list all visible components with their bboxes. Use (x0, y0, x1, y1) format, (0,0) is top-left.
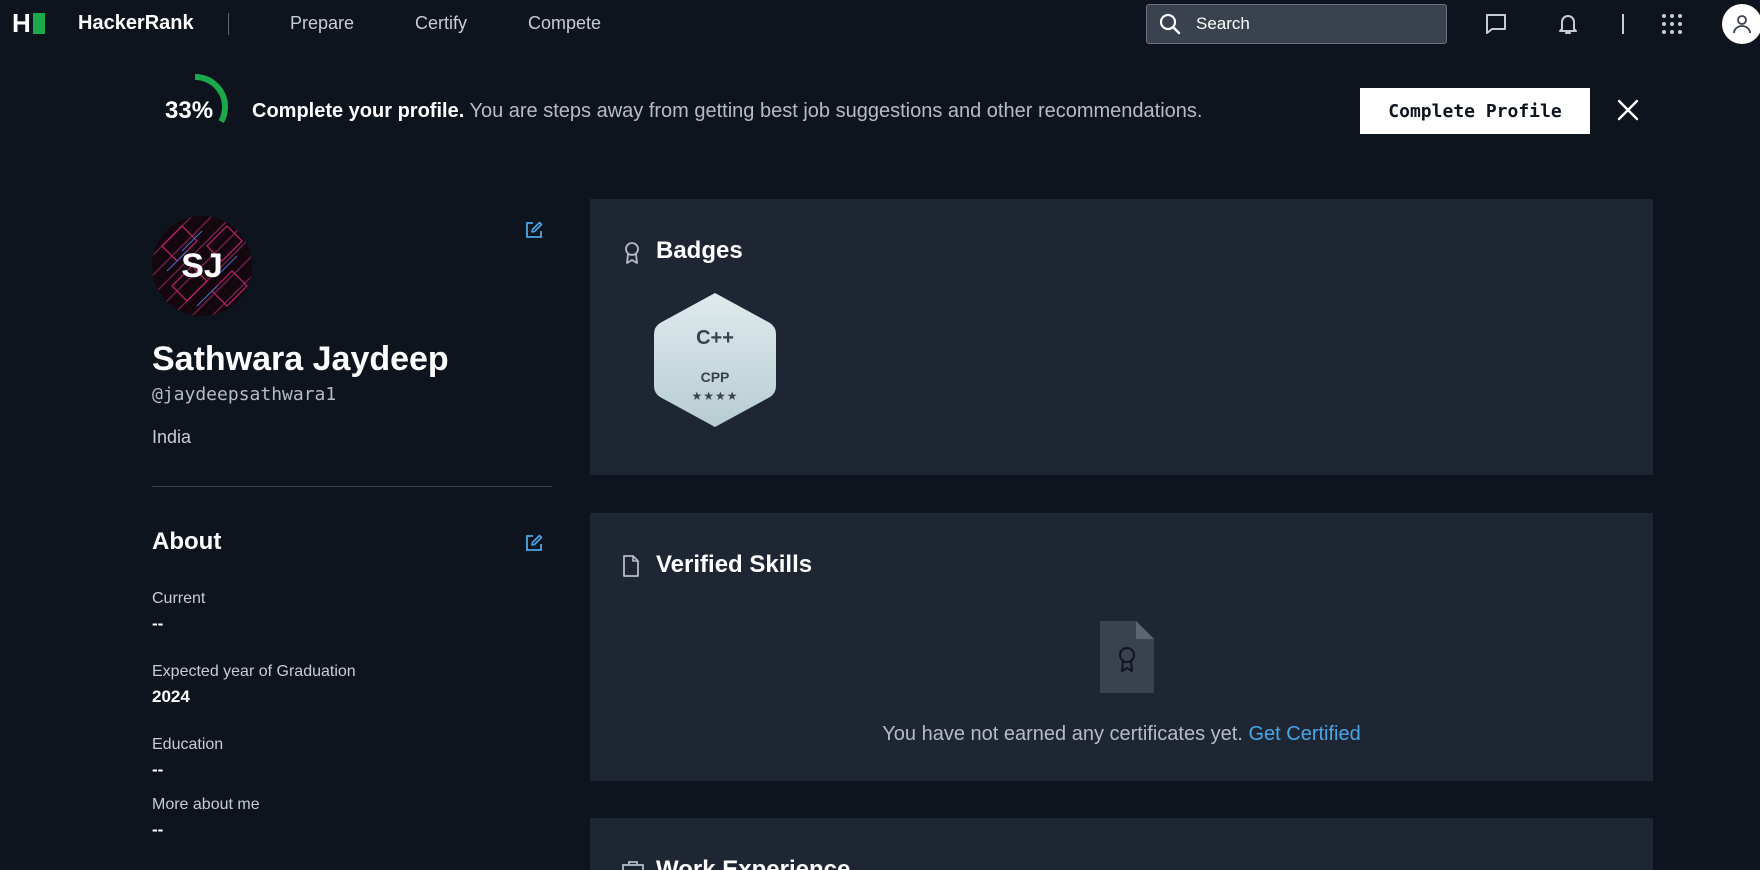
profile-progress-label: 33% (165, 97, 214, 124)
briefcase-icon (622, 861, 644, 870)
apps-grid-icon[interactable] (1660, 12, 1684, 36)
profile-banner-message: Complete your profile. You are steps awa… (252, 100, 1202, 123)
search-box[interactable]: Search (1146, 4, 1447, 44)
badge-stars: ★★★★ (691, 389, 739, 403)
certificate-placeholder-icon (1100, 621, 1154, 693)
about-education-value: -- (152, 760, 164, 779)
close-icon[interactable] (1616, 98, 1640, 122)
badges-title: Badges (656, 237, 743, 264)
about-current-value: -- (152, 614, 164, 633)
banner-bold-text: Complete your profile. (252, 100, 465, 122)
logo-letter: H (12, 8, 31, 38)
profile-name: Sathwara Jaydeep (152, 340, 449, 378)
profile-handle: @jaydeepsathwara1 (152, 384, 337, 405)
logo-bar (32, 12, 45, 34)
no-certificates-message: You have not earned any certificates yet… (590, 723, 1653, 746)
brand-name[interactable]: HackerRank (78, 12, 194, 35)
bell-icon[interactable] (1556, 12, 1580, 36)
profile-country: India (152, 427, 192, 447)
empty-certificates-text: You have not earned any certificates yet… (882, 723, 1249, 745)
chat-icon[interactable] (1484, 12, 1508, 36)
about-more-value: -- (152, 820, 164, 839)
top-nav: H HackerRank Prepare Certify Compete Sea… (0, 0, 1760, 46)
brand-divider (228, 13, 229, 35)
edit-profile-icon[interactable] (524, 220, 544, 240)
verified-skills-title: Verified Skills (656, 551, 813, 578)
badges-card: Badges C++ CPP ★★★★ (590, 199, 1653, 475)
about-more-label: More about me (152, 796, 260, 813)
about-title: About (152, 528, 222, 555)
user-icon (1733, 15, 1751, 34)
user-avatar-button[interactable] (1722, 4, 1760, 44)
edit-about-icon[interactable] (524, 533, 544, 553)
section-divider (152, 486, 552, 487)
about-graduation-value: 2024 (152, 687, 190, 706)
profile-avatar: SJ (152, 216, 252, 316)
about-current-label: Current (152, 590, 206, 607)
about-education-label: Education (152, 736, 224, 753)
work-experience-card: Work Experience (590, 818, 1653, 870)
search-icon (1159, 13, 1181, 35)
hackerrank-logo[interactable]: H (12, 8, 45, 38)
nav-certify[interactable]: Certify (415, 13, 467, 34)
search-input[interactable]: Search (1196, 14, 1250, 34)
nav-prepare[interactable]: Prepare (290, 13, 354, 34)
work-experience-title: Work Experience (656, 856, 851, 870)
cpp-badge[interactable] (652, 291, 778, 429)
nav-compete[interactable]: Compete (528, 13, 601, 34)
nav-divider (1622, 14, 1624, 34)
profile-initials: SJ (181, 246, 223, 285)
cpp-logo: C++ (696, 327, 734, 349)
get-certified-link[interactable]: Get Certified (1248, 723, 1360, 745)
complete-profile-button[interactable]: Complete Profile (1360, 88, 1590, 134)
banner-rest-text: You are steps away from getting best job… (464, 100, 1203, 122)
document-icon (623, 555, 639, 577)
badge-ribbon-icon (625, 242, 639, 264)
verified-skills-card: Verified Skills You have not earned any … (590, 513, 1653, 781)
badge-name: CPP (700, 369, 730, 385)
about-graduation-label: Expected year of Graduation (152, 663, 356, 680)
